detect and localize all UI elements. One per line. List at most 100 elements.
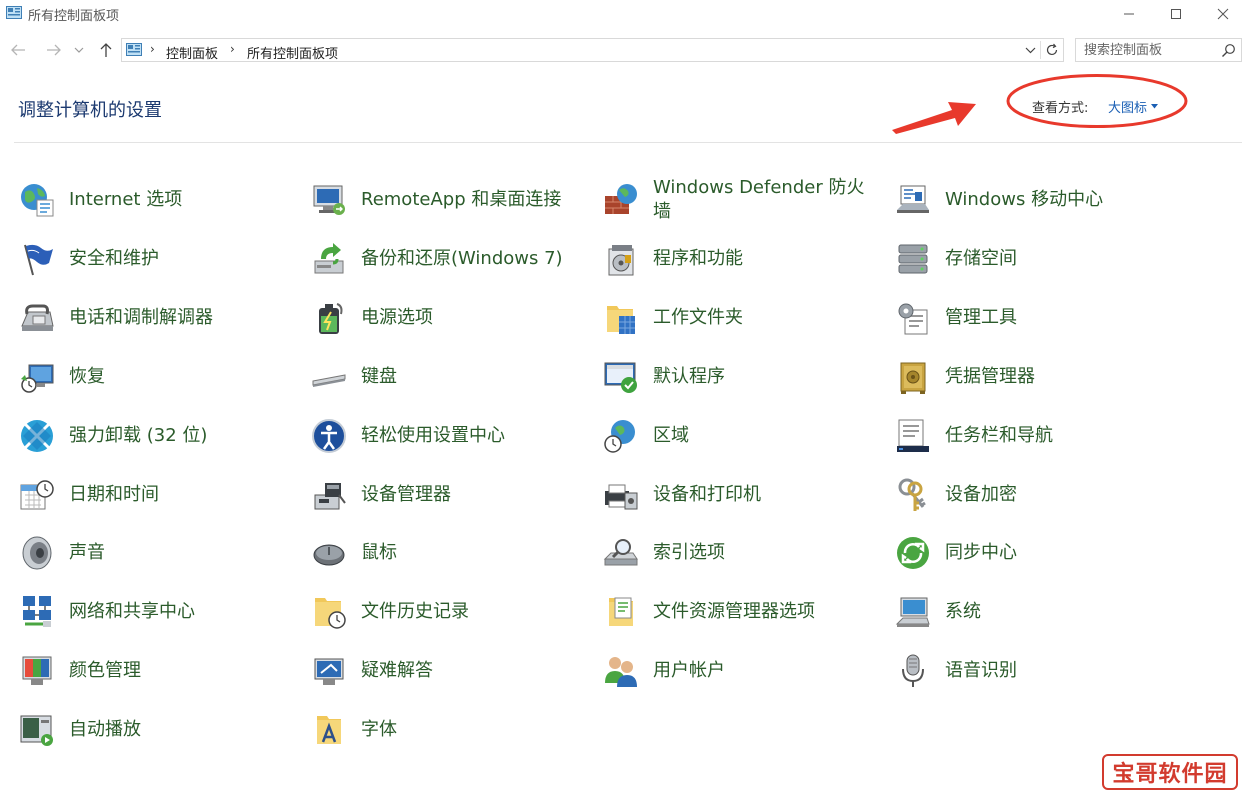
item-remoteapp[interactable]: RemoteApp 和桌面连接 xyxy=(310,180,561,220)
item-device-encryption[interactable]: 设备加密 xyxy=(894,475,1017,515)
item-windows-mobility-center[interactable]: Windows 移动中心 xyxy=(894,180,1103,220)
item-administrative-tools[interactable]: 管理工具 xyxy=(894,298,1017,338)
item-label[interactable]: 语音识别 xyxy=(945,659,1017,683)
item-label[interactable]: 工作文件夹 xyxy=(653,306,743,330)
breadcrumb-separator[interactable]: › xyxy=(150,42,155,56)
work-folders-icon xyxy=(602,299,640,337)
item-label[interactable]: 文件资源管理器选项 xyxy=(653,600,815,624)
region-icon xyxy=(602,417,640,455)
item-label[interactable]: RemoteApp 和桌面连接 xyxy=(361,188,561,212)
item-label[interactable]: 文件历史记录 xyxy=(361,600,469,624)
item-label[interactable]: 字体 xyxy=(361,718,397,742)
item-label[interactable]: Windows 移动中心 xyxy=(945,188,1103,212)
item-label[interactable]: 区域 xyxy=(653,424,689,448)
back-button[interactable] xyxy=(8,40,28,60)
recent-locations-button[interactable] xyxy=(72,40,86,60)
item-label[interactable]: Windows Defender 防火墙 xyxy=(653,176,875,224)
item-label[interactable]: 默认程序 xyxy=(653,365,725,389)
forward-button[interactable] xyxy=(44,40,64,60)
item-date-time[interactable]: 日期和时间 xyxy=(18,475,159,515)
close-button[interactable] xyxy=(1200,0,1246,28)
item-label[interactable]: 安全和维护 xyxy=(69,247,159,271)
item-system[interactable]: 系统 xyxy=(894,592,981,632)
item-phone-modem[interactable]: 电话和调制解调器 xyxy=(18,298,213,338)
refresh-button[interactable] xyxy=(1043,41,1061,59)
item-label[interactable]: 管理工具 xyxy=(945,306,1017,330)
item-label[interactable]: 系统 xyxy=(945,600,981,624)
item-file-history[interactable]: 文件历史记录 xyxy=(310,592,469,632)
item-label[interactable]: 鼠标 xyxy=(361,541,397,565)
item-label[interactable]: 凭据管理器 xyxy=(945,365,1035,389)
item-label[interactable]: 日期和时间 xyxy=(69,483,159,507)
item-label[interactable]: 网络和共享中心 xyxy=(69,600,195,624)
item-sound[interactable]: 声音 xyxy=(18,533,105,573)
item-label[interactable]: 设备管理器 xyxy=(361,483,451,507)
item-troubleshooting[interactable]: 疑难解答 xyxy=(310,651,433,691)
search-input[interactable] xyxy=(1084,41,1214,59)
item-label[interactable]: 强力卸载 (32 位) xyxy=(69,424,207,448)
item-label[interactable]: 自动播放 xyxy=(69,718,141,742)
item-label[interactable]: 电源选项 xyxy=(361,306,433,330)
printer-icon xyxy=(602,476,640,514)
item-powerful-uninstaller[interactable]: 强力卸载 (32 位) xyxy=(18,416,207,456)
item-devices-printers[interactable]: 设备和打印机 xyxy=(602,475,761,515)
breadcrumb-control-panel[interactable]: 控制面板 xyxy=(166,43,218,62)
default-programs-icon xyxy=(602,358,640,396)
item-label[interactable]: 轻松使用设置中心 xyxy=(361,424,505,448)
item-work-folders[interactable]: 工作文件夹 xyxy=(602,298,743,338)
item-taskbar-navigation[interactable]: 任务栏和导航 xyxy=(894,416,1053,456)
minimize-button[interactable] xyxy=(1106,0,1152,28)
item-speech-recognition[interactable]: 语音识别 xyxy=(894,651,1017,691)
item-network-sharing[interactable]: 网络和共享中心 xyxy=(18,592,195,632)
item-user-accounts[interactable]: 用户帐户 xyxy=(602,651,725,691)
breadcrumb-separator[interactable]: › xyxy=(230,42,235,56)
up-button[interactable] xyxy=(96,40,116,60)
item-label[interactable]: 任务栏和导航 xyxy=(945,424,1053,448)
item-file-explorer-options[interactable]: 文件资源管理器选项 xyxy=(602,592,815,632)
item-label[interactable]: 备份和还原(Windows 7) xyxy=(361,247,563,271)
item-backup-restore[interactable]: 备份和还原(Windows 7) xyxy=(310,239,563,279)
item-ease-of-access[interactable]: 轻松使用设置中心 xyxy=(310,416,505,456)
item-label[interactable]: 存储空间 xyxy=(945,247,1017,271)
search-icon[interactable] xyxy=(1221,43,1236,58)
item-sync-center[interactable]: 同步中心 xyxy=(894,533,1017,573)
item-label[interactable]: 键盘 xyxy=(361,365,397,389)
item-label[interactable]: Internet 选项 xyxy=(69,188,182,212)
item-label[interactable]: 同步中心 xyxy=(945,541,1017,565)
item-label[interactable]: 疑难解答 xyxy=(361,659,433,683)
item-label[interactable]: 声音 xyxy=(69,541,105,565)
item-autoplay[interactable]: 自动播放 xyxy=(18,710,141,750)
maximize-button[interactable] xyxy=(1153,0,1199,28)
item-device-manager[interactable]: 设备管理器 xyxy=(310,475,451,515)
item-recovery[interactable]: 恢复 xyxy=(18,357,105,397)
item-label[interactable]: 程序和功能 xyxy=(653,247,743,271)
item-storage-spaces[interactable]: 存储空间 xyxy=(894,239,1017,279)
item-keyboard[interactable]: 键盘 xyxy=(310,357,397,397)
item-label[interactable]: 颜色管理 xyxy=(69,659,141,683)
keys-icon xyxy=(894,476,932,514)
item-label[interactable]: 索引选项 xyxy=(653,541,725,565)
item-label[interactable]: 设备加密 xyxy=(945,483,1017,507)
item-fonts[interactable]: 字体 xyxy=(310,710,397,750)
item-power-options[interactable]: 电源选项 xyxy=(310,298,433,338)
address-bar[interactable]: › 控制面板 › 所有控制面板项 xyxy=(121,38,1064,62)
item-label[interactable]: 设备和打印机 xyxy=(653,483,761,507)
item-default-programs[interactable]: 默认程序 xyxy=(602,357,725,397)
item-region[interactable]: 区域 xyxy=(602,416,689,456)
item-security-maintenance[interactable]: 安全和维护 xyxy=(18,239,159,279)
item-indexing-options[interactable]: 索引选项 xyxy=(602,533,725,573)
item-color-management[interactable]: 颜色管理 xyxy=(18,651,141,691)
item-label[interactable]: 用户帐户 xyxy=(653,659,725,683)
item-label[interactable]: 恢复 xyxy=(69,365,105,389)
item-credential-manager[interactable]: 凭据管理器 xyxy=(894,357,1035,397)
address-dropdown-button[interactable] xyxy=(1021,41,1039,59)
item-windows-defender-firewall[interactable]: Windows Defender 防火墙 xyxy=(602,174,875,226)
search-box[interactable] xyxy=(1075,38,1242,62)
breadcrumb-all-items[interactable]: 所有控制面板项 xyxy=(247,43,338,62)
device-manager-icon xyxy=(310,476,348,514)
item-programs-features[interactable]: 程序和功能 xyxy=(602,239,743,279)
sync-icon xyxy=(894,534,932,572)
item-internet-options[interactable]: Internet 选项 xyxy=(18,180,182,220)
item-mouse[interactable]: 鼠标 xyxy=(310,533,397,573)
item-label[interactable]: 电话和调制解调器 xyxy=(69,306,213,330)
